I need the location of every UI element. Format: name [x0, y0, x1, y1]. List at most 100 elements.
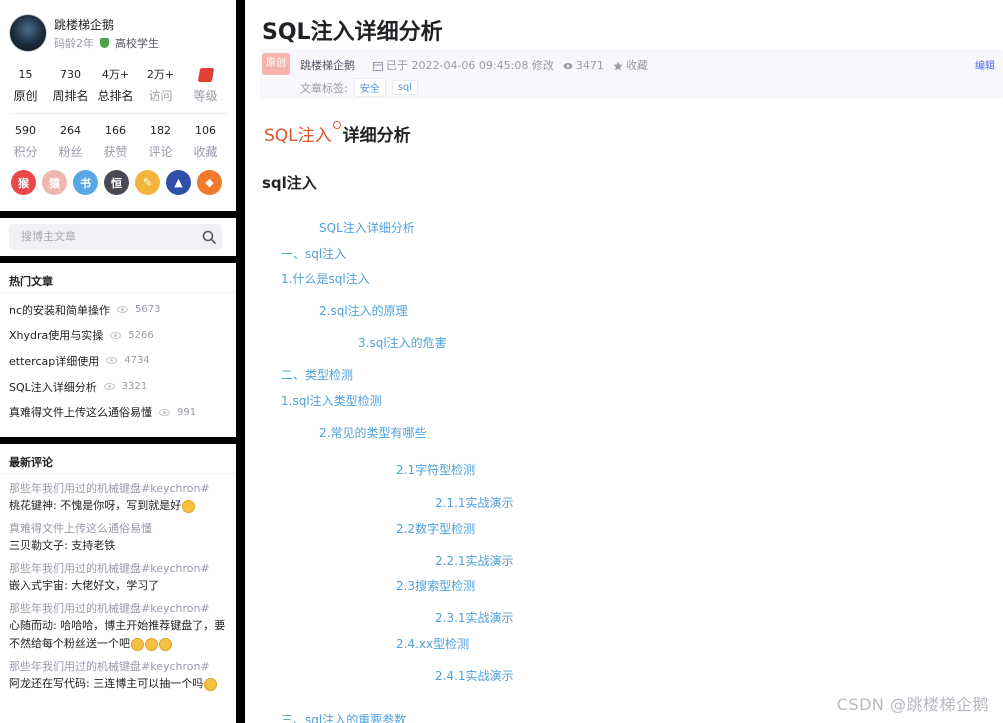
comment-article-link[interactable]: 那些年我们用过的机械键盘#keychron#	[9, 561, 227, 577]
profile-name[interactable]: 跳楼梯企鹅	[54, 16, 114, 33]
search-box	[9, 224, 222, 250]
stat-points: 590 积分	[13, 124, 38, 159]
hot-article-item[interactable]: ettercap详细使用 4734	[9, 348, 227, 374]
search-button[interactable]	[196, 224, 222, 250]
hot-article-item[interactable]: SQL注入详细分析 3321	[9, 374, 227, 400]
comment-article-link[interactable]: 那些年我们用过的机械键盘#keychron#	[9, 481, 227, 497]
hot-article-item[interactable]: 真难得文件上传这么通俗易懂 991	[9, 399, 227, 425]
emoji-icon	[145, 637, 158, 651]
comment-text: 三贝勒文子: 支持老铁	[9, 539, 116, 552]
eye-icon	[159, 408, 170, 416]
eye-icon	[117, 306, 129, 314]
toc-link[interactable]: 1.sql注入类型检测	[281, 392, 382, 409]
article-views: 3471	[563, 59, 604, 72]
hot-articles-list: nc的安装和简单操作 5673 Xhydra使用与实操 5266 ettercap详细使…	[0, 293, 236, 425]
toc-link[interactable]: 2.3.1实战演示	[435, 609, 514, 626]
magnifier-icon	[332, 121, 341, 129]
hot-article-title[interactable]: 真难得文件上传这么通俗易懂	[9, 404, 152, 420]
toc-link[interactable]: 3.sql注入的危害	[358, 334, 447, 351]
hot-article-title[interactable]: SQL注入详细分析	[9, 379, 97, 395]
medal-list: 猴猿书恒 ✎ ▲ ◆	[11, 170, 222, 195]
hot-articles-card: 热门文章 nc的安装和简单操作 5673 Xhydra使用与实操 5266 etterc…	[0, 263, 236, 437]
hot-article-item[interactable]: Xhydra使用与实操 5266	[9, 323, 227, 349]
search-icon	[202, 230, 216, 244]
divider	[9, 113, 227, 114]
persist-medal-icon[interactable]: 恒	[104, 170, 129, 195]
stat-level[interactable]: 等级	[183, 67, 228, 104]
stats-row-2: 590 积分 264 粉丝 166 获赞 182 评论 106 收藏	[3, 123, 236, 160]
tag-sql[interactable]: sql	[391, 80, 419, 95]
toc-link[interactable]: 2.2数字型检测	[396, 520, 475, 537]
fire-medal-icon[interactable]: ◆	[197, 170, 222, 195]
toc-link[interactable]: 2.常见的类型有哪些	[319, 424, 426, 441]
eye-icon	[110, 331, 122, 339]
toc-link[interactable]: 1.什么是sql注入	[281, 270, 370, 287]
toc-link[interactable]: 2.1.1实战演示	[435, 494, 514, 511]
article-author[interactable]: 跳楼梯企鹅	[300, 57, 355, 73]
monkey-medal-icon[interactable]: 猴	[11, 170, 36, 195]
search-card	[0, 218, 236, 256]
search-input[interactable]	[9, 224, 197, 250]
stat-collections: 106 收藏	[193, 124, 218, 159]
comment-text: 嵌入式宇宙: 大佬好文，学习了	[9, 579, 160, 592]
stat-fans[interactable]: 264 粉丝	[48, 123, 93, 160]
tags-label: 文章标签:	[300, 81, 348, 95]
latest-comments-title: 最新评论	[0, 444, 236, 474]
toc-link[interactable]: 2.2.1实战演示	[435, 552, 514, 569]
comment-article-link[interactable]: 真难得文件上传这么通俗易懂	[9, 521, 227, 537]
tag-security[interactable]: 安全	[353, 78, 386, 97]
article-panel: SQL注入详细分析 原创 跳楼梯企鹅 已于 2022-04-06 09:45:0…	[245, 0, 1003, 723]
stat-comments: 182 评论	[148, 124, 173, 159]
hot-articles-title: 热门文章	[0, 263, 236, 293]
heading-red-part: SQL注入	[264, 126, 332, 146]
toc-link[interactable]: 二、类型检测	[281, 366, 353, 383]
edit-link[interactable]: 编辑	[975, 57, 995, 72]
toc-link[interactable]: 2.3搜索型检测	[396, 577, 475, 594]
pen-medal-icon[interactable]: ✎	[135, 170, 160, 195]
toc-link[interactable]: 一、sql注入	[281, 245, 346, 262]
toc-link[interactable]: 2.4.xx型检测	[396, 635, 469, 652]
section-heading: sql注入	[262, 174, 317, 192]
article-meta-bar: 原创 跳楼梯企鹅 已于 2022-04-06 09:45:08 修改 3471 …	[260, 49, 1003, 99]
comment-article-link[interactable]: 那些年我们用过的机械键盘#keychron#	[9, 601, 227, 617]
toc-link[interactable]: 2.4.1实战演示	[435, 667, 514, 684]
stat-total-rank[interactable]: 4万+ 总排名	[93, 67, 138, 104]
level-icon	[197, 68, 214, 82]
rocket-medal-icon[interactable]: ▲	[166, 170, 191, 195]
article-heading: SQL注入 详细分析	[264, 121, 411, 146]
comment-article-link[interactable]: 那些年我们用过的机械键盘#keychron#	[9, 659, 227, 675]
comment-list: 那些年我们用过的机械键盘#keychron# 桃花键神: 不愧是你呀，写到就是好真…	[0, 474, 236, 693]
hot-article-title[interactable]: ettercap详细使用	[9, 353, 99, 369]
stat-week-rank[interactable]: 730 周排名	[48, 67, 93, 104]
book-medal-icon[interactable]: 书	[73, 170, 98, 195]
hot-article-item[interactable]: nc的安装和简单操作 5673	[9, 297, 227, 323]
hot-article-views: 5673	[135, 304, 161, 316]
collect-button[interactable]: 收藏	[613, 57, 648, 73]
stat-original[interactable]: 15 原创	[3, 67, 48, 104]
hot-article-title[interactable]: nc的安装和简单操作	[9, 302, 110, 318]
tags-row: 文章标签: 安全 sql	[300, 78, 419, 97]
avatar[interactable]	[9, 14, 47, 52]
hot-article-views: 5266	[128, 329, 154, 341]
heading-dark-part: 详细分析	[342, 126, 411, 146]
eye-icon	[563, 62, 573, 69]
toc-link[interactable]: 2.1字符型检测	[396, 461, 475, 478]
comment-item: 那些年我们用过的机械键盘#keychron# 阿龙还在写代码: 三连博主可以抽一个…	[9, 659, 227, 693]
watermark: CSDN @跳楼梯企鹅	[836, 695, 989, 714]
article-meta-items: 已于 2022-04-06 09:45:08 修改 3471 收藏	[373, 57, 648, 73]
hot-article-views: 991	[177, 406, 197, 418]
toc-link[interactable]: 2.sql注入的原理	[319, 302, 408, 319]
student-badge: 高校学生	[115, 37, 159, 50]
hot-article-views: 3321	[121, 381, 148, 393]
emoji-icon	[131, 637, 144, 651]
comment-text: 阿龙还在写代码: 三连博主可以抽一个吗	[9, 675, 227, 693]
hot-article-title[interactable]: Xhydra使用与实操	[9, 327, 103, 343]
comment-item: 真难得文件上传这么通俗易懂 三贝勒文子: 支持老铁	[9, 521, 227, 555]
article-date: 已于 2022-04-06 09:45:08 修改	[373, 57, 554, 73]
shield-icon	[100, 38, 109, 48]
eye-icon	[103, 383, 115, 391]
toc-link[interactable]: 三、sql注入的重要参数	[281, 711, 406, 723]
toc-link[interactable]: SQL注入详细分析	[319, 219, 415, 236]
ape-medal-icon[interactable]: 猿	[42, 170, 67, 195]
star-icon	[613, 61, 623, 71]
